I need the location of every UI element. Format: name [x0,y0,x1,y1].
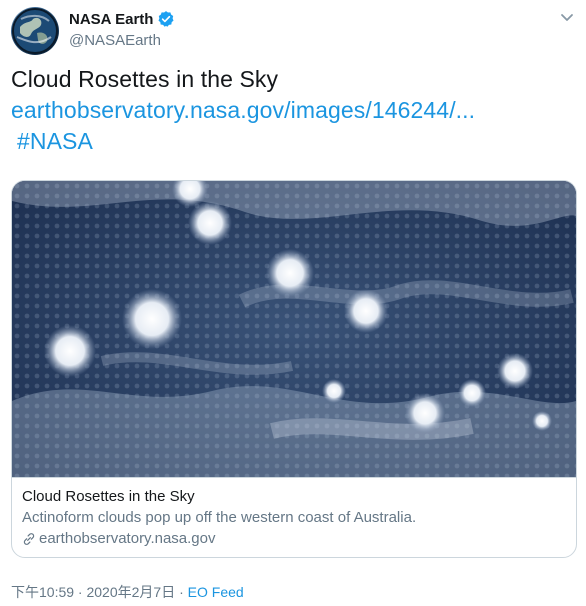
avatar[interactable] [11,7,59,55]
verified-badge-icon [157,10,175,28]
card-image[interactable] [12,181,576,477]
tweet-meta: 下午10:59 · 2020年2月7日 · EO Feed [11,582,244,602]
display-name[interactable]: NASA Earth [69,11,153,28]
more-options-chevron-down-icon[interactable] [556,6,578,28]
link-preview-card[interactable]: Cloud Rosettes in the Sky Actinoform clo… [11,180,577,558]
tweet: NASA Earth @NASAEarth Cloud Rosettes in … [0,0,586,606]
author-name-row[interactable]: NASA Earth [69,10,175,28]
author-handle[interactable]: @NASAEarth [69,32,161,49]
earth-globe-icon [12,8,58,54]
card-description: Actinoform clouds pop up off the western… [22,509,417,526]
tweet-text: Cloud Rosettes in the Sky earthobservato… [11,64,576,157]
source-link[interactable]: EO Feed [188,584,244,600]
card-body[interactable]: Cloud Rosettes in the Sky Actinoform clo… [12,477,576,557]
satellite-cloud-image [12,181,576,477]
tweet-link[interactable]: earthobservatory.nasa.gov/images/146244/… [11,97,475,123]
card-domain[interactable]: earthobservatory.nasa.gov [22,530,216,547]
hashtag-link[interactable]: #NASA [17,128,93,154]
meta-separator: · [175,584,188,600]
tweet-text-line: Cloud Rosettes in the Sky [11,66,279,92]
timestamp[interactable]: 下午10:59 · 2020年2月7日 [11,584,175,600]
card-domain-text[interactable]: earthobservatory.nasa.gov [39,530,216,547]
link-icon [22,532,36,546]
card-title[interactable]: Cloud Rosettes in the Sky [22,488,195,505]
